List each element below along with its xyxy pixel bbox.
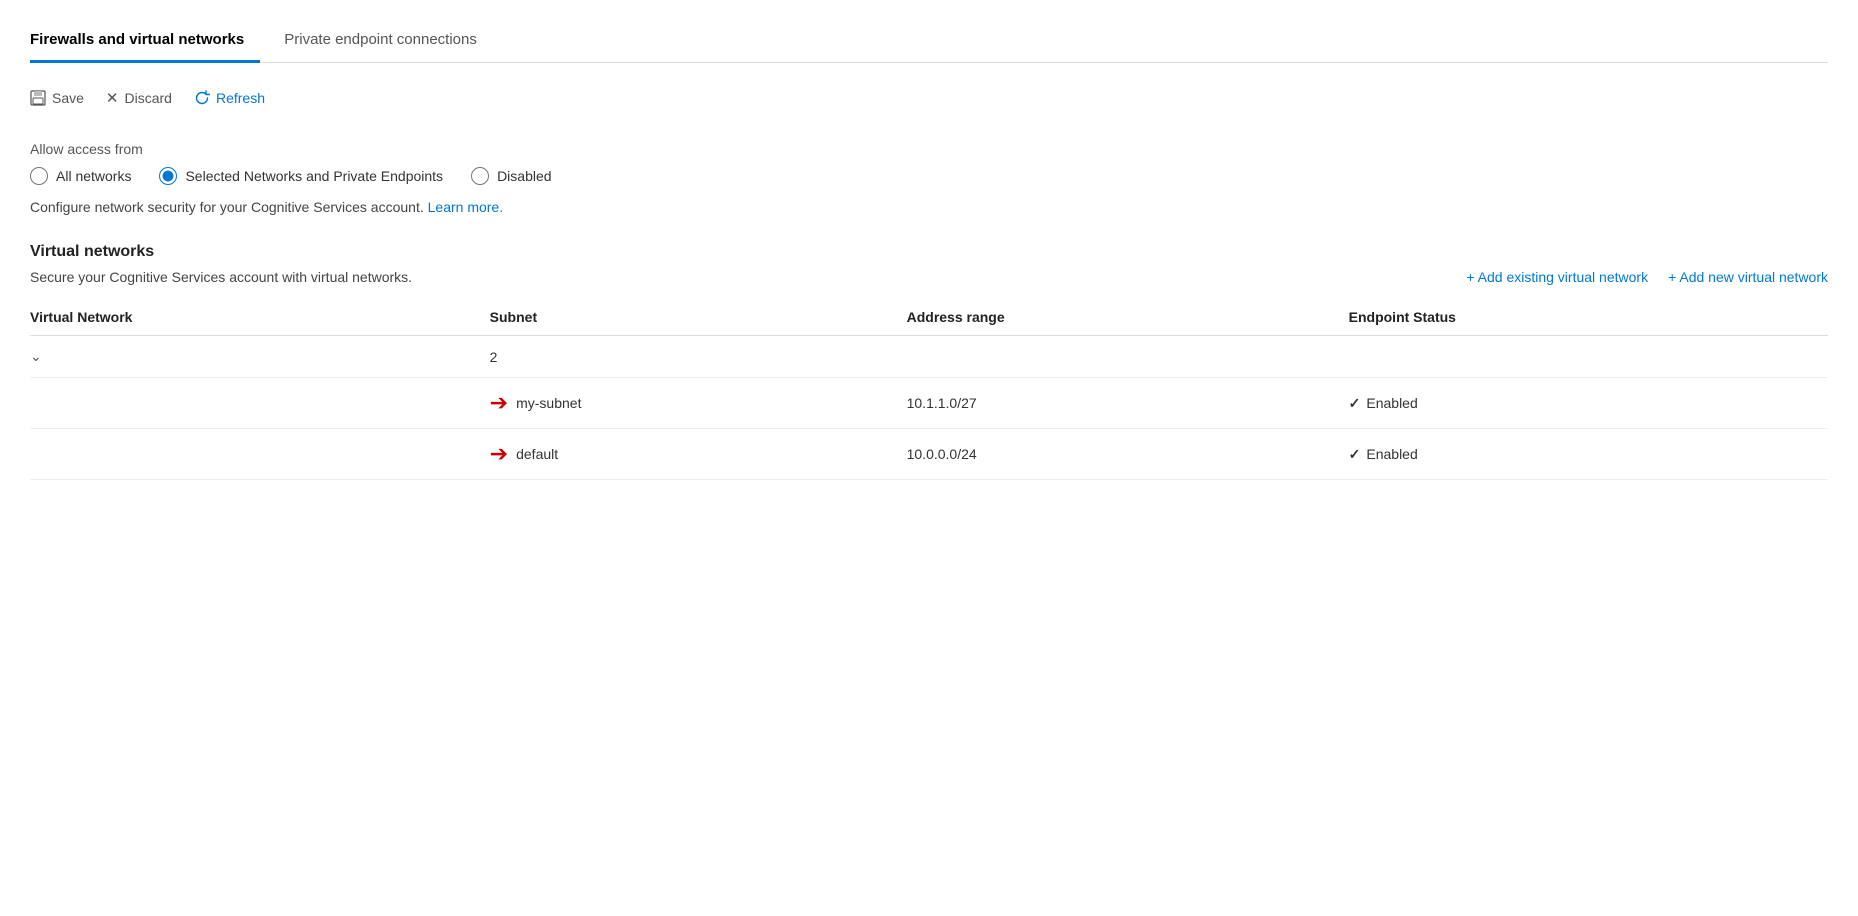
vnet-header-row: Secure your Cognitive Services account w… bbox=[30, 269, 1828, 285]
add-existing-vnet-link[interactable]: + Add existing virtual network bbox=[1466, 269, 1648, 285]
chevron-down-icon[interactable]: ⌄ bbox=[30, 348, 42, 364]
arrow-icon-1: ➔ bbox=[490, 390, 508, 416]
col-header-subnet: Subnet bbox=[490, 299, 907, 336]
save-button[interactable]: Save bbox=[30, 84, 98, 112]
vnet-child1-status-text: Enabled bbox=[1366, 395, 1417, 411]
vnet-group-chevron-cell: ⌄ bbox=[30, 336, 490, 378]
vnet-child2-address-cell: 10.0.0.0/24 bbox=[907, 429, 1349, 480]
check-icon-2: ✓ bbox=[1349, 446, 1361, 463]
vnet-child1-subnet-cell: ➔ my-subnet bbox=[490, 378, 907, 429]
vnet-child2-status-text: Enabled bbox=[1366, 446, 1417, 462]
access-radio-group: All networks Selected Networks and Priva… bbox=[30, 167, 1828, 185]
vnet-child2-subnet-cell: ➔ default bbox=[490, 429, 907, 480]
save-icon bbox=[30, 90, 46, 106]
vnet-actions: + Add existing virtual network + Add new… bbox=[1466, 269, 1828, 285]
check-icon-1: ✓ bbox=[1349, 395, 1361, 412]
virtual-networks-section: Virtual networks Secure your Cognitive S… bbox=[30, 243, 1828, 480]
table-row: ➔ default 10.0.0.0/24 ✓ Enabled bbox=[30, 429, 1828, 480]
vnet-group-address-cell bbox=[907, 336, 1349, 378]
virtual-networks-title: Virtual networks bbox=[30, 243, 1828, 261]
vnet-child2-status-cell: ✓ Enabled bbox=[1349, 429, 1828, 480]
radio-all-networks-input[interactable] bbox=[30, 167, 48, 185]
discard-icon: ✕ bbox=[106, 89, 119, 107]
vnet-description: Secure your Cognitive Services account w… bbox=[30, 269, 412, 285]
learn-more-link[interactable]: Learn more. bbox=[428, 199, 503, 215]
radio-disabled-label: Disabled bbox=[497, 168, 551, 184]
vnet-table: Virtual Network Subnet Address range End… bbox=[30, 299, 1828, 480]
vnet-child1-status-cell: ✓ Enabled bbox=[1349, 378, 1828, 429]
tab-firewalls[interactable]: Firewalls and virtual networks bbox=[30, 21, 260, 63]
radio-disabled-input[interactable] bbox=[471, 167, 489, 185]
vnet-child2-vnet-cell bbox=[30, 429, 490, 480]
table-row: ⌄ 2 bbox=[30, 336, 1828, 378]
table-header-row: Virtual Network Subnet Address range End… bbox=[30, 299, 1828, 336]
add-new-vnet-link[interactable]: + Add new virtual network bbox=[1668, 269, 1828, 285]
vnet-child1-address-cell: 10.1.1.0/27 bbox=[907, 378, 1349, 429]
col-header-vnet: Virtual Network bbox=[30, 299, 490, 336]
toolbar: Save ✕ Discard Refresh bbox=[30, 83, 1828, 113]
arrow-icon-2: ➔ bbox=[490, 441, 508, 467]
refresh-label: Refresh bbox=[216, 90, 265, 106]
vnet-child1-vnet-cell bbox=[30, 378, 490, 429]
radio-selected-networks[interactable]: Selected Networks and Private Endpoints bbox=[159, 167, 443, 185]
table-row: ➔ my-subnet 10.1.1.0/27 ✓ Enabled bbox=[30, 378, 1828, 429]
info-text-content: Configure network security for your Cogn… bbox=[30, 199, 424, 215]
vnet-child2-subnet-text: default bbox=[516, 446, 558, 462]
tab-private-endpoints[interactable]: Private endpoint connections bbox=[284, 21, 493, 63]
radio-selected-networks-input[interactable] bbox=[159, 167, 177, 185]
discard-button[interactable]: ✕ Discard bbox=[106, 83, 186, 113]
refresh-button[interactable]: Refresh bbox=[194, 84, 279, 112]
radio-all-networks[interactable]: All networks bbox=[30, 167, 131, 185]
refresh-icon bbox=[194, 90, 210, 106]
tabs-container: Firewalls and virtual networks Private e… bbox=[30, 20, 1828, 63]
radio-selected-networks-label: Selected Networks and Private Endpoints bbox=[185, 168, 443, 184]
vnet-child1-subnet-text: my-subnet bbox=[516, 395, 581, 411]
vnet-group-subnet-cell: 2 bbox=[490, 336, 907, 378]
radio-all-networks-label: All networks bbox=[56, 168, 131, 184]
discard-label: Discard bbox=[125, 90, 172, 106]
col-header-status: Endpoint Status bbox=[1349, 299, 1828, 336]
info-text: Configure network security for your Cogn… bbox=[30, 199, 1828, 215]
vnet-group-status-cell bbox=[1349, 336, 1828, 378]
radio-disabled[interactable]: Disabled bbox=[471, 167, 551, 185]
access-label: Allow access from bbox=[30, 141, 1828, 157]
col-header-address: Address range bbox=[907, 299, 1349, 336]
save-label: Save bbox=[52, 90, 84, 106]
access-section: Allow access from All networks Selected … bbox=[30, 141, 1828, 215]
